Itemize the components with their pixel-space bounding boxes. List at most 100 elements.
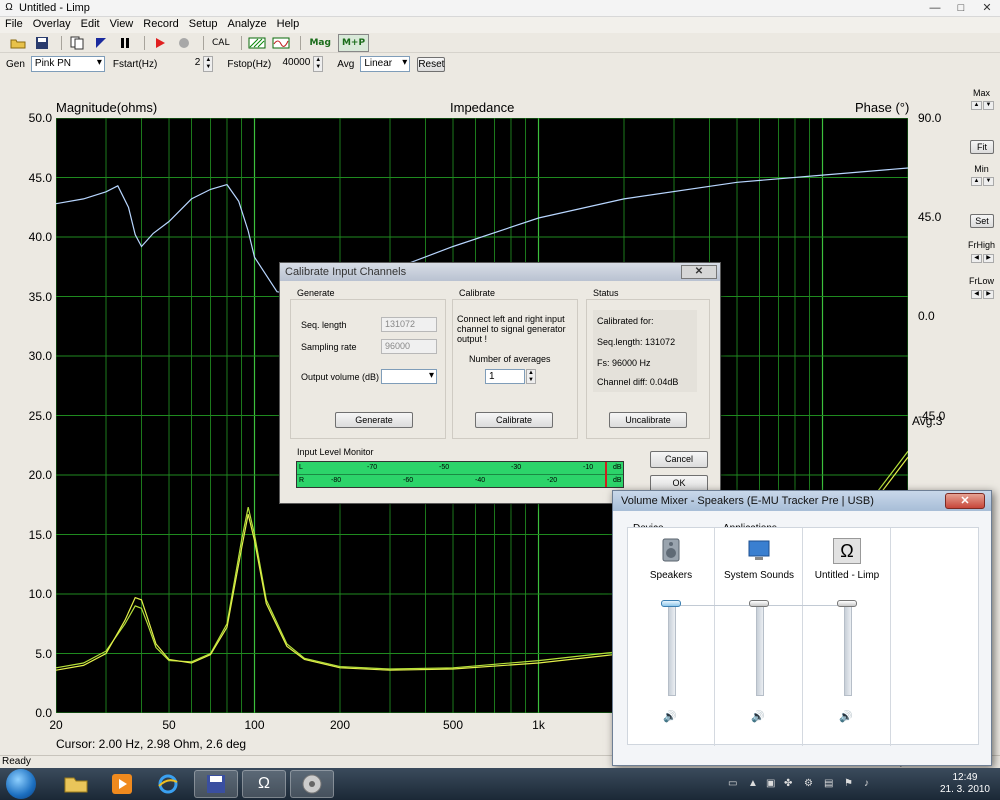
- y-tick-label: 45.0: [28, 170, 52, 185]
- pause-icon[interactable]: [115, 34, 135, 52]
- limp-taskbar-icon[interactable]: Ω: [242, 770, 286, 798]
- menu-setup[interactable]: Setup: [184, 17, 223, 33]
- play-icon[interactable]: [150, 34, 170, 52]
- tray-flag-icon[interactable]: ⚑: [844, 778, 853, 789]
- max-down-button[interactable]: ▼: [983, 101, 994, 110]
- mag-button[interactable]: Mag: [306, 34, 333, 52]
- open-folder-icon[interactable]: [8, 34, 28, 52]
- gen-label: Gen: [6, 58, 25, 70]
- fstop-spinner[interactable]: ▲ ▼: [313, 56, 324, 72]
- y-axis-label: Magnitude(ohms): [56, 100, 158, 115]
- wave-graph-icon[interactable]: [271, 34, 291, 52]
- copy-icon[interactable]: [67, 34, 87, 52]
- reset-button[interactable]: Reset: [417, 56, 446, 72]
- system-sounds-icon: [745, 538, 773, 564]
- calibrate-button[interactable]: Calibrate: [475, 412, 553, 428]
- status-line-1: Calibrated for:: [597, 316, 654, 326]
- uncalibrate-button[interactable]: Uncalibrate: [609, 412, 687, 428]
- avg-select[interactable]: Linear: [360, 56, 411, 72]
- tray-monitor-icon[interactable]: ▣: [766, 778, 775, 789]
- gen-select[interactable]: Pink PN: [30, 56, 105, 72]
- cd-player-icon[interactable]: [290, 770, 334, 798]
- system-sounds-volume-slider[interactable]: [749, 600, 769, 607]
- num-averages-spinner[interactable]: ▲ ▼: [526, 369, 536, 384]
- cal-button[interactable]: CAL: [209, 34, 232, 52]
- fit-button[interactable]: Fit: [970, 140, 994, 154]
- maximize-button[interactable]: □: [948, 0, 974, 17]
- mixer-title: Volume Mixer - Speakers (E-MU Tracker Pr…: [621, 495, 874, 507]
- menu-file[interactable]: File: [0, 17, 28, 33]
- seq-length-label: Seq. length: [301, 320, 347, 330]
- avg-indicator: Avg:3: [912, 414, 943, 428]
- x-tick-label: 20: [49, 718, 63, 732]
- status-group: Status Calibrated for: Seq.length: 13107…: [586, 288, 710, 439]
- tray-clover-icon[interactable]: ✤: [784, 778, 792, 789]
- clock[interactable]: 12:49 21. 3. 2010: [940, 772, 990, 796]
- floppy-app-icon[interactable]: [194, 770, 238, 798]
- menu-record[interactable]: Record: [138, 17, 183, 33]
- min-up-button[interactable]: ▲: [971, 177, 982, 186]
- menu-help[interactable]: Help: [272, 17, 305, 33]
- start-button[interactable]: [6, 769, 36, 799]
- generate-button[interactable]: Generate: [335, 412, 413, 428]
- fstop-label: Fstop(Hz): [227, 58, 272, 70]
- tray-network-icon[interactable]: ▤: [824, 778, 833, 789]
- frhigh-right-button[interactable]: ▶: [983, 254, 994, 263]
- input-level-meter: L -70 -50 -30 -10 dB R -80 -60 -40 -20 d…: [296, 461, 624, 488]
- limp-volume-slider[interactable]: [837, 600, 857, 607]
- max-up-button[interactable]: ▲: [971, 101, 982, 110]
- dialog-close-button[interactable]: ✕: [681, 265, 717, 279]
- status-title: Status: [591, 288, 621, 298]
- record-icon[interactable]: [174, 34, 194, 52]
- y-tick-label: 10.0: [28, 587, 52, 601]
- meter-left-channel: L -70 -50 -30 -10 dB: [297, 462, 623, 475]
- speakers-volume-track[interactable]: [668, 604, 676, 696]
- fstart-spinner[interactable]: ▲ ▼: [203, 56, 214, 72]
- tray-up-arrow-icon[interactable]: ▲: [748, 778, 758, 789]
- mixer-close-button[interactable]: ✕: [945, 493, 985, 509]
- minimize-button[interactable]: —: [922, 0, 948, 17]
- min-down-button[interactable]: ▼: [983, 177, 994, 186]
- speaker-mute-icon[interactable]: 🔊: [663, 710, 677, 723]
- volume-mixer-window: Volume Mixer - Speakers (E-MU Tracker Pr…: [612, 490, 992, 766]
- channel-name: Untitled - Limp: [814, 570, 880, 581]
- num-averages-input[interactable]: 1: [485, 369, 525, 384]
- speaker-mute-icon[interactable]: 🔊: [751, 710, 765, 723]
- fstart-input[interactable]: 2: [177, 56, 203, 72]
- menu-overlay[interactable]: Overlay: [28, 17, 76, 33]
- frlow-label: FrLow: [968, 276, 994, 286]
- frlow-left-button[interactable]: ◀: [971, 290, 982, 299]
- menu-view[interactable]: View: [105, 17, 139, 33]
- speakers-icon: [657, 538, 685, 564]
- explorer-icon[interactable]: [54, 770, 98, 798]
- tray-gear-icon[interactable]: ⚙: [804, 778, 813, 789]
- clock-time: 12:49: [952, 772, 978, 783]
- mp-button[interactable]: M+P: [337, 33, 370, 52]
- media-player-icon[interactable]: [100, 770, 144, 798]
- output-volume-select[interactable]: [381, 369, 437, 384]
- calibrate-instructions: Connect left and right input channel to …: [457, 314, 566, 344]
- frhigh-left-button[interactable]: ◀: [971, 254, 982, 263]
- close-button[interactable]: ✕: [974, 0, 1000, 17]
- limp-volume-track[interactable]: [844, 604, 852, 696]
- limp-app-icon: Ω: [833, 538, 861, 564]
- tray-volume-icon[interactable]: ♪: [864, 778, 869, 789]
- menu-analyze[interactable]: Analyze: [222, 17, 271, 33]
- fstop-input[interactable]: 40000: [277, 56, 313, 72]
- marker-icon[interactable]: [91, 34, 111, 52]
- tray-usb-icon[interactable]: ▭: [728, 778, 737, 789]
- hatched-graph-icon[interactable]: [247, 34, 267, 52]
- frlow-right-button[interactable]: ▶: [983, 290, 994, 299]
- cancel-button[interactable]: Cancel: [650, 451, 708, 468]
- generate-title: Generate: [295, 288, 337, 298]
- internet-explorer-icon[interactable]: [146, 770, 190, 798]
- speaker-mute-icon[interactable]: 🔊: [839, 710, 853, 723]
- set-button[interactable]: Set: [970, 214, 994, 228]
- system-sounds-volume-track[interactable]: [756, 604, 764, 696]
- fstart-label: Fstart(Hz): [112, 58, 158, 70]
- save-icon[interactable]: [32, 34, 52, 52]
- clock-date: 21. 3. 2010: [939, 784, 990, 795]
- x-tick-label: 100: [244, 718, 265, 732]
- speakers-volume-slider[interactable]: [661, 600, 681, 607]
- menu-edit[interactable]: Edit: [76, 17, 105, 33]
